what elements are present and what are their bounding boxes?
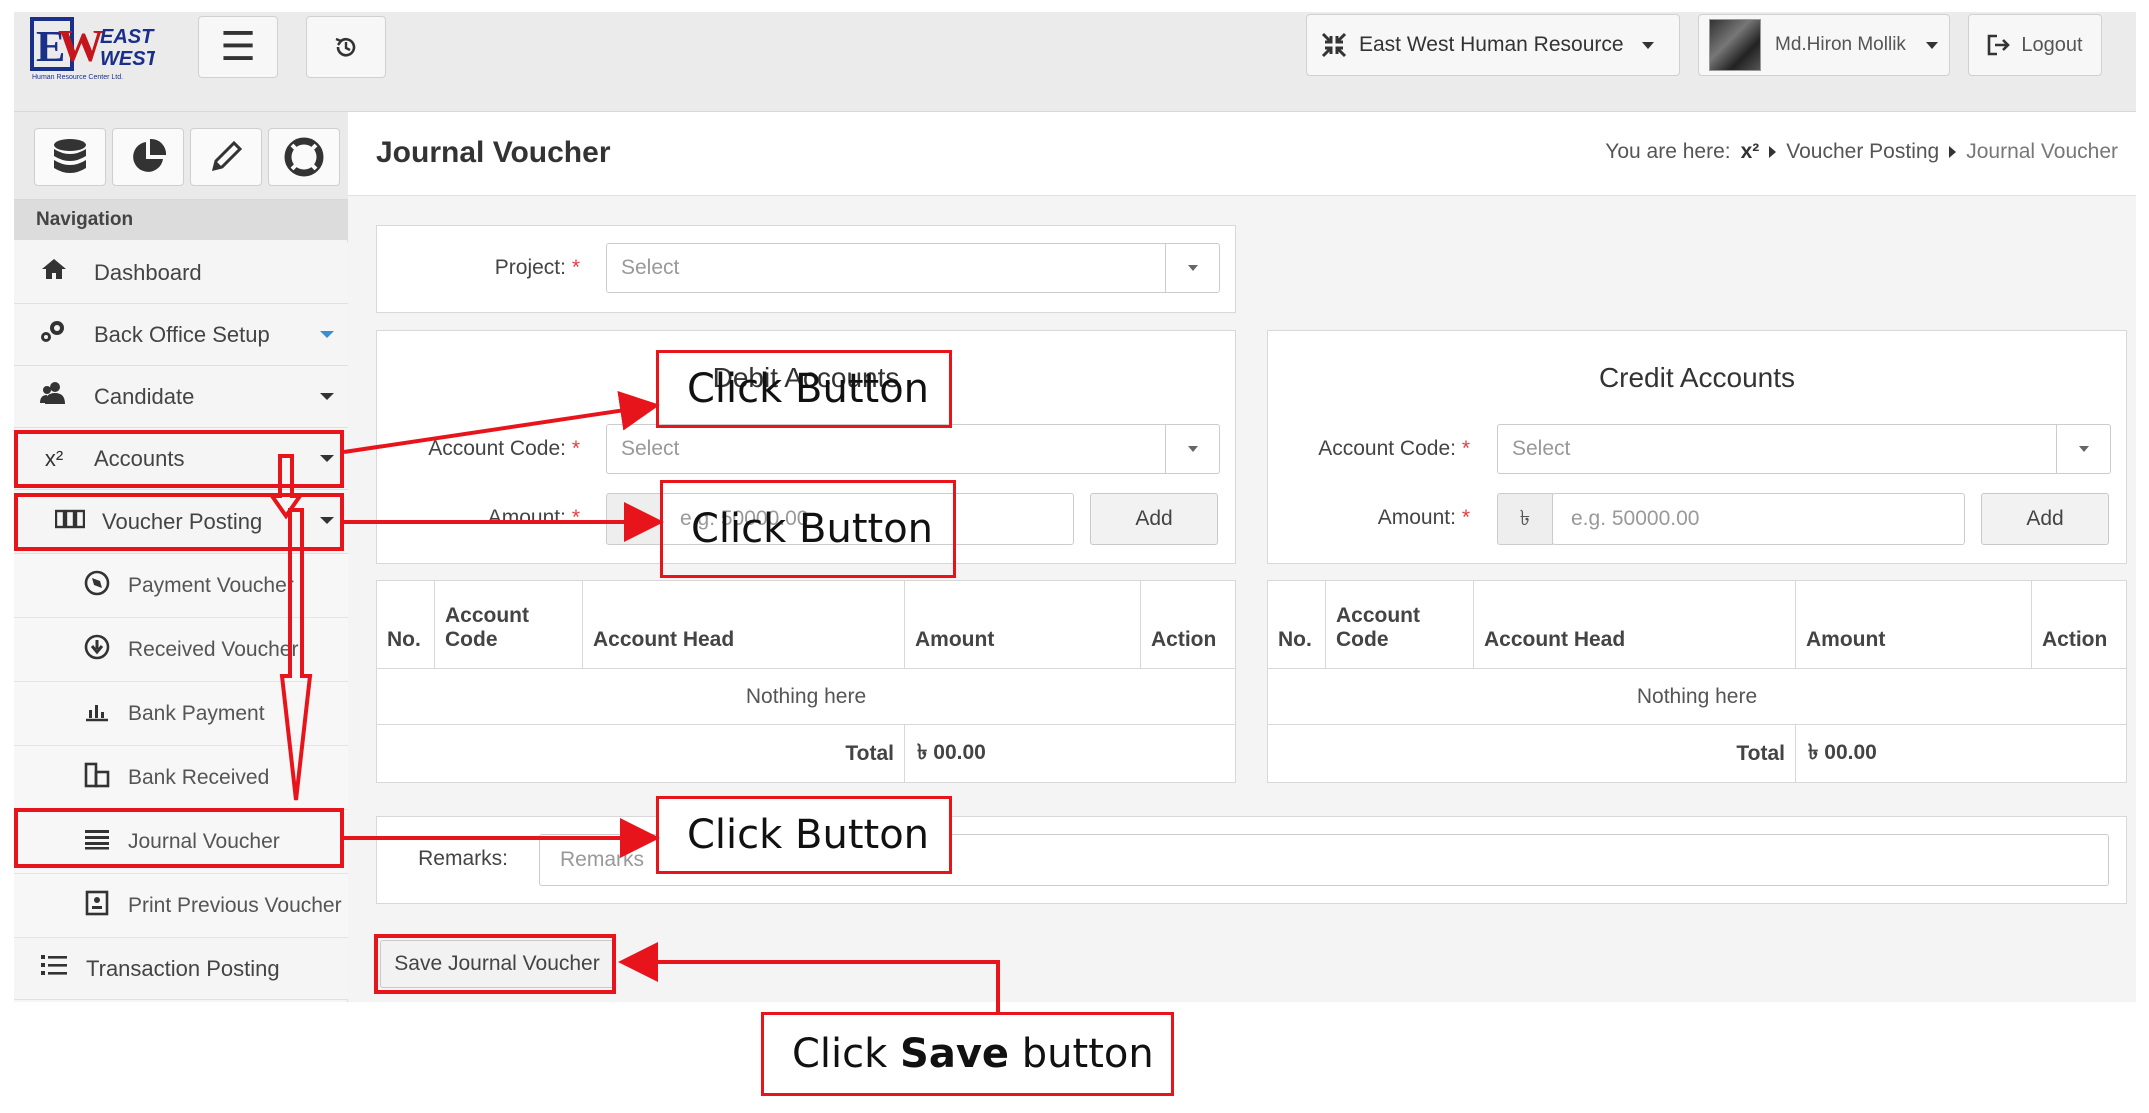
arrow-save (618, 942, 1000, 1012)
arrow-accounts (343, 390, 660, 454)
arrow-down-voucher-posting (279, 508, 313, 801)
arrow-down-accounts (268, 454, 304, 520)
annotation-arrows (268, 390, 1000, 1012)
